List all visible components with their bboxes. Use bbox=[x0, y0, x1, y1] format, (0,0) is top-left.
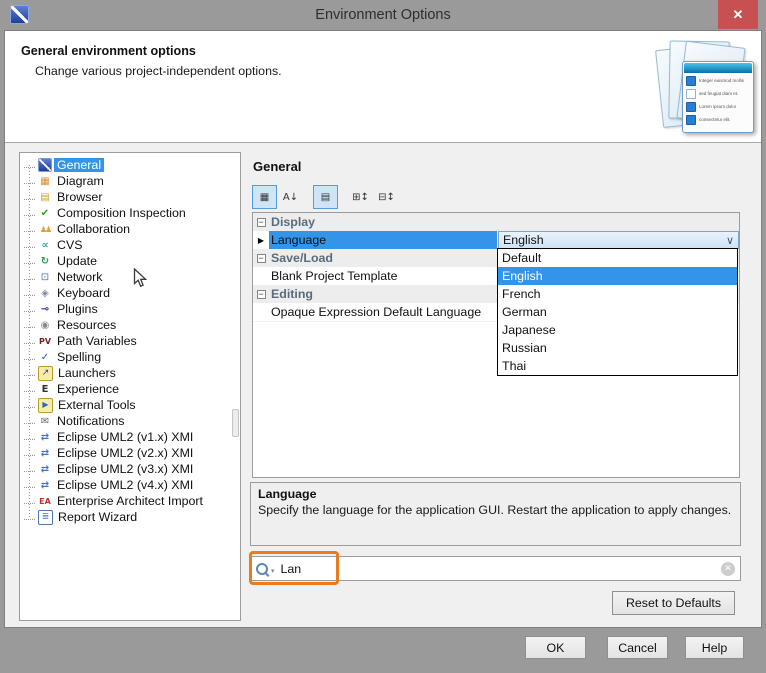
enterprise-architect-icon: EA bbox=[36, 494, 54, 509]
sidebar-item-browser[interactable]: ▤ Browser bbox=[20, 189, 240, 205]
search-input[interactable] bbox=[279, 561, 721, 577]
property-description-panel: Language Specify the language for the ap… bbox=[250, 482, 741, 546]
language-combobox[interactable]: English ∨ bbox=[498, 231, 739, 249]
sidebar-item-composition-inspection[interactable]: ✔ Composition Inspection bbox=[20, 205, 240, 221]
search-icon[interactable] bbox=[256, 563, 268, 575]
group-row-display[interactable]: − Display bbox=[253, 213, 739, 231]
xmi-arrows-icon: ⇄ bbox=[36, 430, 54, 445]
description-title: Language bbox=[258, 487, 733, 501]
collapse-group-icon[interactable]: − bbox=[257, 254, 266, 263]
sidebar-item-report-wizard[interactable]: ≣ Report Wizard bbox=[20, 509, 240, 525]
language-combobox-value: English bbox=[503, 233, 544, 247]
categorized-view-button[interactable]: ▦ bbox=[252, 185, 277, 209]
sidebar-item-launchers[interactable]: ↗ Launchers bbox=[20, 365, 240, 381]
sidebar-item-eclipse-uml2-v4-xmi[interactable]: ⇄ Eclipse UML2 (v4.x) XMI bbox=[20, 477, 240, 493]
notifications-icon: ✉ bbox=[36, 414, 54, 429]
sidebar-item-plugins[interactable]: ⊸ Plugins bbox=[20, 301, 240, 317]
expand-all-button[interactable]: ⊞↕ bbox=[348, 185, 373, 209]
sidebar-item-resources[interactable]: ◉ Resources bbox=[20, 317, 240, 333]
collaboration-icon: ♟♟ bbox=[36, 222, 54, 237]
checkbox-checked-icon bbox=[686, 76, 696, 86]
sidebar-item-enterprise-architect-import[interactable]: EA Enterprise Architect Import bbox=[20, 493, 240, 509]
dropdown-option-french[interactable]: French bbox=[498, 285, 737, 303]
diagram-icon: ▦ bbox=[36, 174, 54, 189]
options-tree: General ▦ Diagram ▤ Browser ✔ Compositio… bbox=[19, 152, 241, 621]
dropdown-option-japanese[interactable]: Japanese bbox=[498, 321, 737, 339]
sidebar-item-network[interactable]: ⊡ Network bbox=[20, 269, 240, 285]
report-wizard-icon: ≣ bbox=[38, 510, 53, 525]
reset-to-defaults-button[interactable]: Reset to Defaults bbox=[612, 591, 735, 615]
spelling-icon: ✓ bbox=[36, 350, 54, 365]
sidebar-item-eclipse-uml2-v1-xmi[interactable]: ⇄ Eclipse UML2 (v1.x) XMI bbox=[20, 429, 240, 445]
keyboard-icon: ◈ bbox=[36, 286, 54, 301]
checkbox-unchecked-icon bbox=[686, 89, 696, 99]
environment-options-dialog: Environment Options ✕ General environmen… bbox=[0, 0, 766, 673]
ok-button[interactable]: OK bbox=[525, 636, 586, 659]
general-icon bbox=[38, 158, 52, 172]
sidebar-item-spelling[interactable]: ✓ Spelling bbox=[20, 349, 240, 365]
xmi-arrows-icon: ⇄ bbox=[36, 446, 54, 461]
checklist-card-header bbox=[684, 63, 752, 73]
sidebar-item-eclipse-uml2-v2-xmi[interactable]: ⇄ Eclipse UML2 (v2.x) XMI bbox=[20, 445, 240, 461]
dropdown-option-thai[interactable]: Thai bbox=[498, 357, 737, 375]
cancel-button[interactable]: Cancel bbox=[607, 636, 668, 659]
properties-toolbar: ▦ A↓ ▤ ⊞↕ ⊟↕ bbox=[252, 185, 400, 209]
resources-icon: ◉ bbox=[36, 318, 54, 333]
dropdown-option-default[interactable]: Default bbox=[498, 249, 737, 267]
window-title: Environment Options bbox=[0, 0, 766, 30]
sidebar-item-path-variables[interactable]: PV Path Variables bbox=[20, 333, 240, 349]
xmi-arrows-icon: ⇄ bbox=[36, 478, 54, 493]
sidebar-item-notifications[interactable]: ✉ Notifications bbox=[20, 413, 240, 429]
checkbox-checked-icon bbox=[686, 102, 696, 112]
launchers-icon: ↗ bbox=[38, 366, 53, 381]
close-button[interactable]: ✕ bbox=[718, 0, 758, 29]
sidebar-item-external-tools[interactable]: ▶ External Tools bbox=[20, 397, 240, 413]
external-tools-icon: ▶ bbox=[38, 398, 53, 413]
sidebar-item-experience[interactable]: E Experience bbox=[20, 381, 240, 397]
experience-icon: E bbox=[36, 382, 54, 397]
sidebar-item-cvs[interactable]: ∝ CVS bbox=[20, 237, 240, 253]
show-description-button[interactable]: ▤ bbox=[313, 185, 338, 209]
chevron-down-icon: ∨ bbox=[726, 234, 734, 247]
search-options-caret-icon[interactable]: ▾ bbox=[271, 567, 275, 575]
dialog-content: General environment options Change vario… bbox=[4, 30, 762, 628]
dropdown-option-german[interactable]: German bbox=[498, 303, 737, 321]
checklist-graphic: Integer euismod mollis sed feugiat diam … bbox=[653, 35, 757, 136]
sidebar-item-collaboration[interactable]: ♟♟ Collaboration bbox=[20, 221, 240, 237]
clear-search-icon[interactable]: ✕ bbox=[721, 562, 735, 576]
cvs-icon: ∝ bbox=[36, 238, 54, 253]
header-title: General environment options bbox=[21, 44, 196, 58]
sidebar-item-keyboard[interactable]: ◈ Keyboard bbox=[20, 285, 240, 301]
description-text: Specify the language for the application… bbox=[258, 502, 734, 518]
options-search-field[interactable]: ▾ ✕ bbox=[250, 556, 741, 581]
tree-connector-line bbox=[29, 165, 30, 517]
path-variables-icon: PV bbox=[36, 334, 54, 349]
help-button[interactable]: Help bbox=[685, 636, 744, 659]
plugins-icon: ⊸ bbox=[36, 302, 54, 317]
selected-row-arrow-icon: ▶ bbox=[258, 236, 264, 245]
network-icon: ⊡ bbox=[36, 270, 54, 285]
checklist-card: Integer euismod mollis sed feugiat diam … bbox=[682, 61, 754, 133]
sidebar-item-eclipse-uml2-v3-xmi[interactable]: ⇄ Eclipse UML2 (v3.x) XMI bbox=[20, 461, 240, 477]
dialog-header: General environment options Change vario… bbox=[5, 31, 761, 143]
dropdown-option-russian[interactable]: Russian bbox=[498, 339, 737, 357]
collapse-all-button[interactable]: ⊟↕ bbox=[374, 185, 399, 209]
checkbox-checked-icon bbox=[686, 115, 696, 125]
sort-alphabetically-button[interactable]: A↓ bbox=[278, 185, 303, 209]
sidebar-item-update[interactable]: ↻ Update bbox=[20, 253, 240, 269]
page-title: General bbox=[253, 159, 301, 174]
update-icon: ↻ bbox=[36, 254, 54, 269]
sidebar-item-diagram[interactable]: ▦ Diagram bbox=[20, 173, 240, 189]
composition-inspection-icon: ✔ bbox=[36, 206, 54, 221]
title-bar[interactable]: Environment Options ✕ bbox=[0, 0, 766, 30]
xmi-arrows-icon: ⇄ bbox=[36, 462, 54, 477]
browser-icon: ▤ bbox=[36, 190, 54, 205]
dropdown-option-english[interactable]: English bbox=[498, 267, 737, 285]
collapse-group-icon[interactable]: − bbox=[257, 290, 266, 299]
collapse-group-icon[interactable]: − bbox=[257, 218, 266, 227]
language-dropdown-list: Default English French German Japanese R… bbox=[497, 248, 738, 376]
sidebar-item-general[interactable]: General bbox=[20, 157, 240, 173]
header-subtitle: Change various project-independent optio… bbox=[35, 64, 282, 78]
tree-scrollbar-grip[interactable] bbox=[232, 409, 239, 437]
